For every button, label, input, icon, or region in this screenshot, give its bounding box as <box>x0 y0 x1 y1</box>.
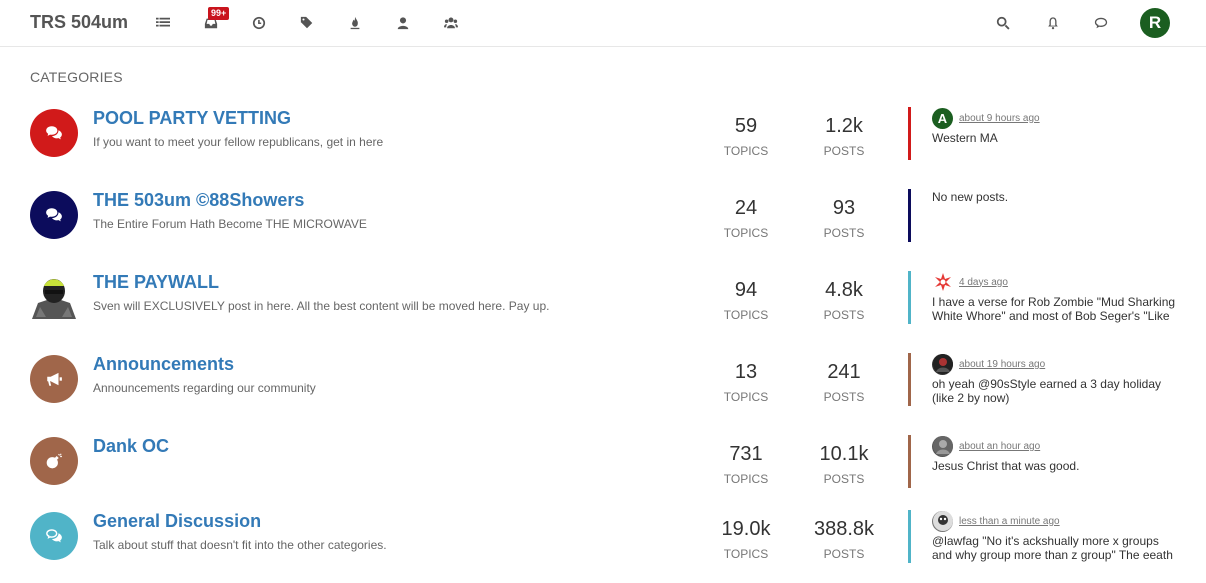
posts-label: POSTS <box>823 226 865 240</box>
post-time-link[interactable]: less than a minute ago <box>959 516 1060 527</box>
posts-label: POSTS <box>823 390 865 404</box>
comments-icon[interactable] <box>30 191 78 239</box>
forum-brand[interactable]: TRS 504um <box>30 12 128 33</box>
category-title[interactable]: Dank OC <box>93 436 169 457</box>
posts-label: POSTS <box>823 472 865 486</box>
posts-count: 10.1k POSTS <box>804 443 884 486</box>
helmet-avatar-icon[interactable] <box>30 273 78 321</box>
topics-value: 24 <box>734 197 758 219</box>
posts-label: POSTS <box>823 144 865 158</box>
user-avatar[interactable]: R <box>1140 8 1170 38</box>
topics-value: 19.0k <box>721 518 771 540</box>
latest-post-teaser: less than a minute ago @lawfag "No it's … <box>908 510 1206 563</box>
categories-icon[interactable] <box>155 15 171 31</box>
post-time-link[interactable]: 4 days ago <box>959 277 1008 288</box>
posts-count: 4.8k POSTS <box>804 279 884 322</box>
post-excerpt[interactable]: I have a verse for Rob Zombie "Mud Shark… <box>932 295 1182 323</box>
poster-avatar[interactable] <box>932 271 953 293</box>
topics-count: 59 TOPICS <box>706 115 786 158</box>
posts-value: 1.2k <box>825 115 863 137</box>
posts-value: 241 <box>827 361 861 383</box>
navbar: TRS 504um 99+ R <box>0 0 1206 47</box>
post-excerpt[interactable]: oh yeah @90sStyle earned a 3 day holiday… <box>932 377 1182 405</box>
category-description: Sven will EXCLUSIVELY post in here. All … <box>93 299 550 313</box>
category-title[interactable]: Announcements <box>93 354 234 375</box>
category-row: Announcements Announcements regarding ou… <box>0 348 1206 430</box>
category-description: If you want to meet your fellow republic… <box>93 135 384 149</box>
posts-value: 4.8k <box>825 279 863 301</box>
topics-value: 731 <box>729 443 763 465</box>
posts-value: 93 <box>832 197 856 219</box>
topics-label: TOPICS <box>723 144 769 158</box>
category-row: THE PAYWALL Sven will EXCLUSIVELY post i… <box>0 266 1206 348</box>
post-time-link[interactable]: about 19 hours ago <box>959 359 1045 370</box>
chats-icon[interactable] <box>1093 15 1109 31</box>
bullhorn-icon[interactable] <box>30 355 78 403</box>
topics-label: TOPICS <box>723 308 769 322</box>
category-title[interactable]: General Discussion <box>93 511 261 532</box>
post-excerpt[interactable]: @lawfag "No it's ackshually more x group… <box>932 534 1182 562</box>
users-icon[interactable] <box>395 15 411 31</box>
recent-icon[interactable] <box>251 15 267 31</box>
latest-post-teaser: about 19 hours ago oh yeah @90sStyle ear… <box>908 353 1206 406</box>
topics-count: 19.0k TOPICS <box>706 518 786 561</box>
topics-label: TOPICS <box>723 226 769 240</box>
search-icon[interactable] <box>995 15 1011 31</box>
topics-value: 94 <box>734 279 758 301</box>
topics-value: 59 <box>734 115 758 137</box>
no-new-posts-text: No new posts. <box>932 190 1009 204</box>
tags-icon[interactable] <box>299 15 315 31</box>
poster-avatar[interactable] <box>932 510 953 532</box>
topics-label: TOPICS <box>723 472 769 486</box>
category-description: The Entire Forum Hath Become THE MICROWA… <box>93 217 367 231</box>
posts-label: POSTS <box>823 547 865 561</box>
post-excerpt[interactable]: Western MA <box>932 131 1182 145</box>
category-title[interactable]: POOL PARTY VETTING <box>93 108 291 129</box>
posts-value: 388.8k <box>813 518 875 540</box>
topics-label: TOPICS <box>723 547 769 561</box>
category-row: Dank OC 731 TOPICS 10.1k POSTS about an … <box>0 430 1206 512</box>
comments-icon[interactable] <box>30 109 78 157</box>
latest-post-teaser: 4 days ago I have a verse for Rob Zombie… <box>908 271 1206 324</box>
latest-post-teaser: A about 9 hours ago Western MA <box>908 107 1206 160</box>
topics-label: TOPICS <box>723 390 769 404</box>
poster-avatar[interactable] <box>932 353 953 375</box>
latest-post-teaser: about an hour ago Jesus Christ that was … <box>908 435 1206 488</box>
groups-icon[interactable] <box>443 15 459 31</box>
post-excerpt[interactable]: Jesus Christ that was good. <box>932 459 1182 473</box>
topics-value: 13 <box>734 361 758 383</box>
categories-heading: CATEGORIES <box>30 69 123 85</box>
category-title[interactable]: THE 503um ©88Showers <box>93 190 304 211</box>
topics-count: 24 TOPICS <box>706 197 786 240</box>
posts-value: 10.1k <box>819 443 869 465</box>
category-row: General Discussion Talk about stuff that… <box>0 505 1206 583</box>
posts-count: 241 POSTS <box>804 361 884 404</box>
topics-count: 13 TOPICS <box>706 361 786 404</box>
popular-icon[interactable] <box>347 15 363 31</box>
latest-post-teaser: No new posts. <box>908 189 1206 242</box>
posts-count: 93 POSTS <box>804 197 884 240</box>
poster-avatar[interactable] <box>932 435 953 457</box>
poster-avatar[interactable]: A <box>932 107 953 129</box>
category-description: Announcements regarding our community <box>93 381 316 395</box>
notifications-bell-icon[interactable] <box>1045 15 1061 31</box>
category-description: Talk about stuff that doesn't fit into t… <box>93 538 387 552</box>
unread-badge: 99+ <box>208 7 230 20</box>
category-row: THE 503um ©88Showers The Entire Forum Ha… <box>0 184 1206 266</box>
comments-outline-icon[interactable] <box>30 512 78 560</box>
topics-count: 94 TOPICS <box>706 279 786 322</box>
bomb-icon[interactable] <box>30 437 78 485</box>
category-row: POOL PARTY VETTING If you want to meet y… <box>0 102 1206 184</box>
post-time-link[interactable]: about 9 hours ago <box>959 113 1040 124</box>
topics-count: 731 TOPICS <box>706 443 786 486</box>
post-time-link[interactable]: about an hour ago <box>959 441 1040 452</box>
posts-count: 1.2k POSTS <box>804 115 884 158</box>
posts-label: POSTS <box>823 308 865 322</box>
posts-count: 388.8k POSTS <box>804 518 884 561</box>
category-title[interactable]: THE PAYWALL <box>93 272 219 293</box>
